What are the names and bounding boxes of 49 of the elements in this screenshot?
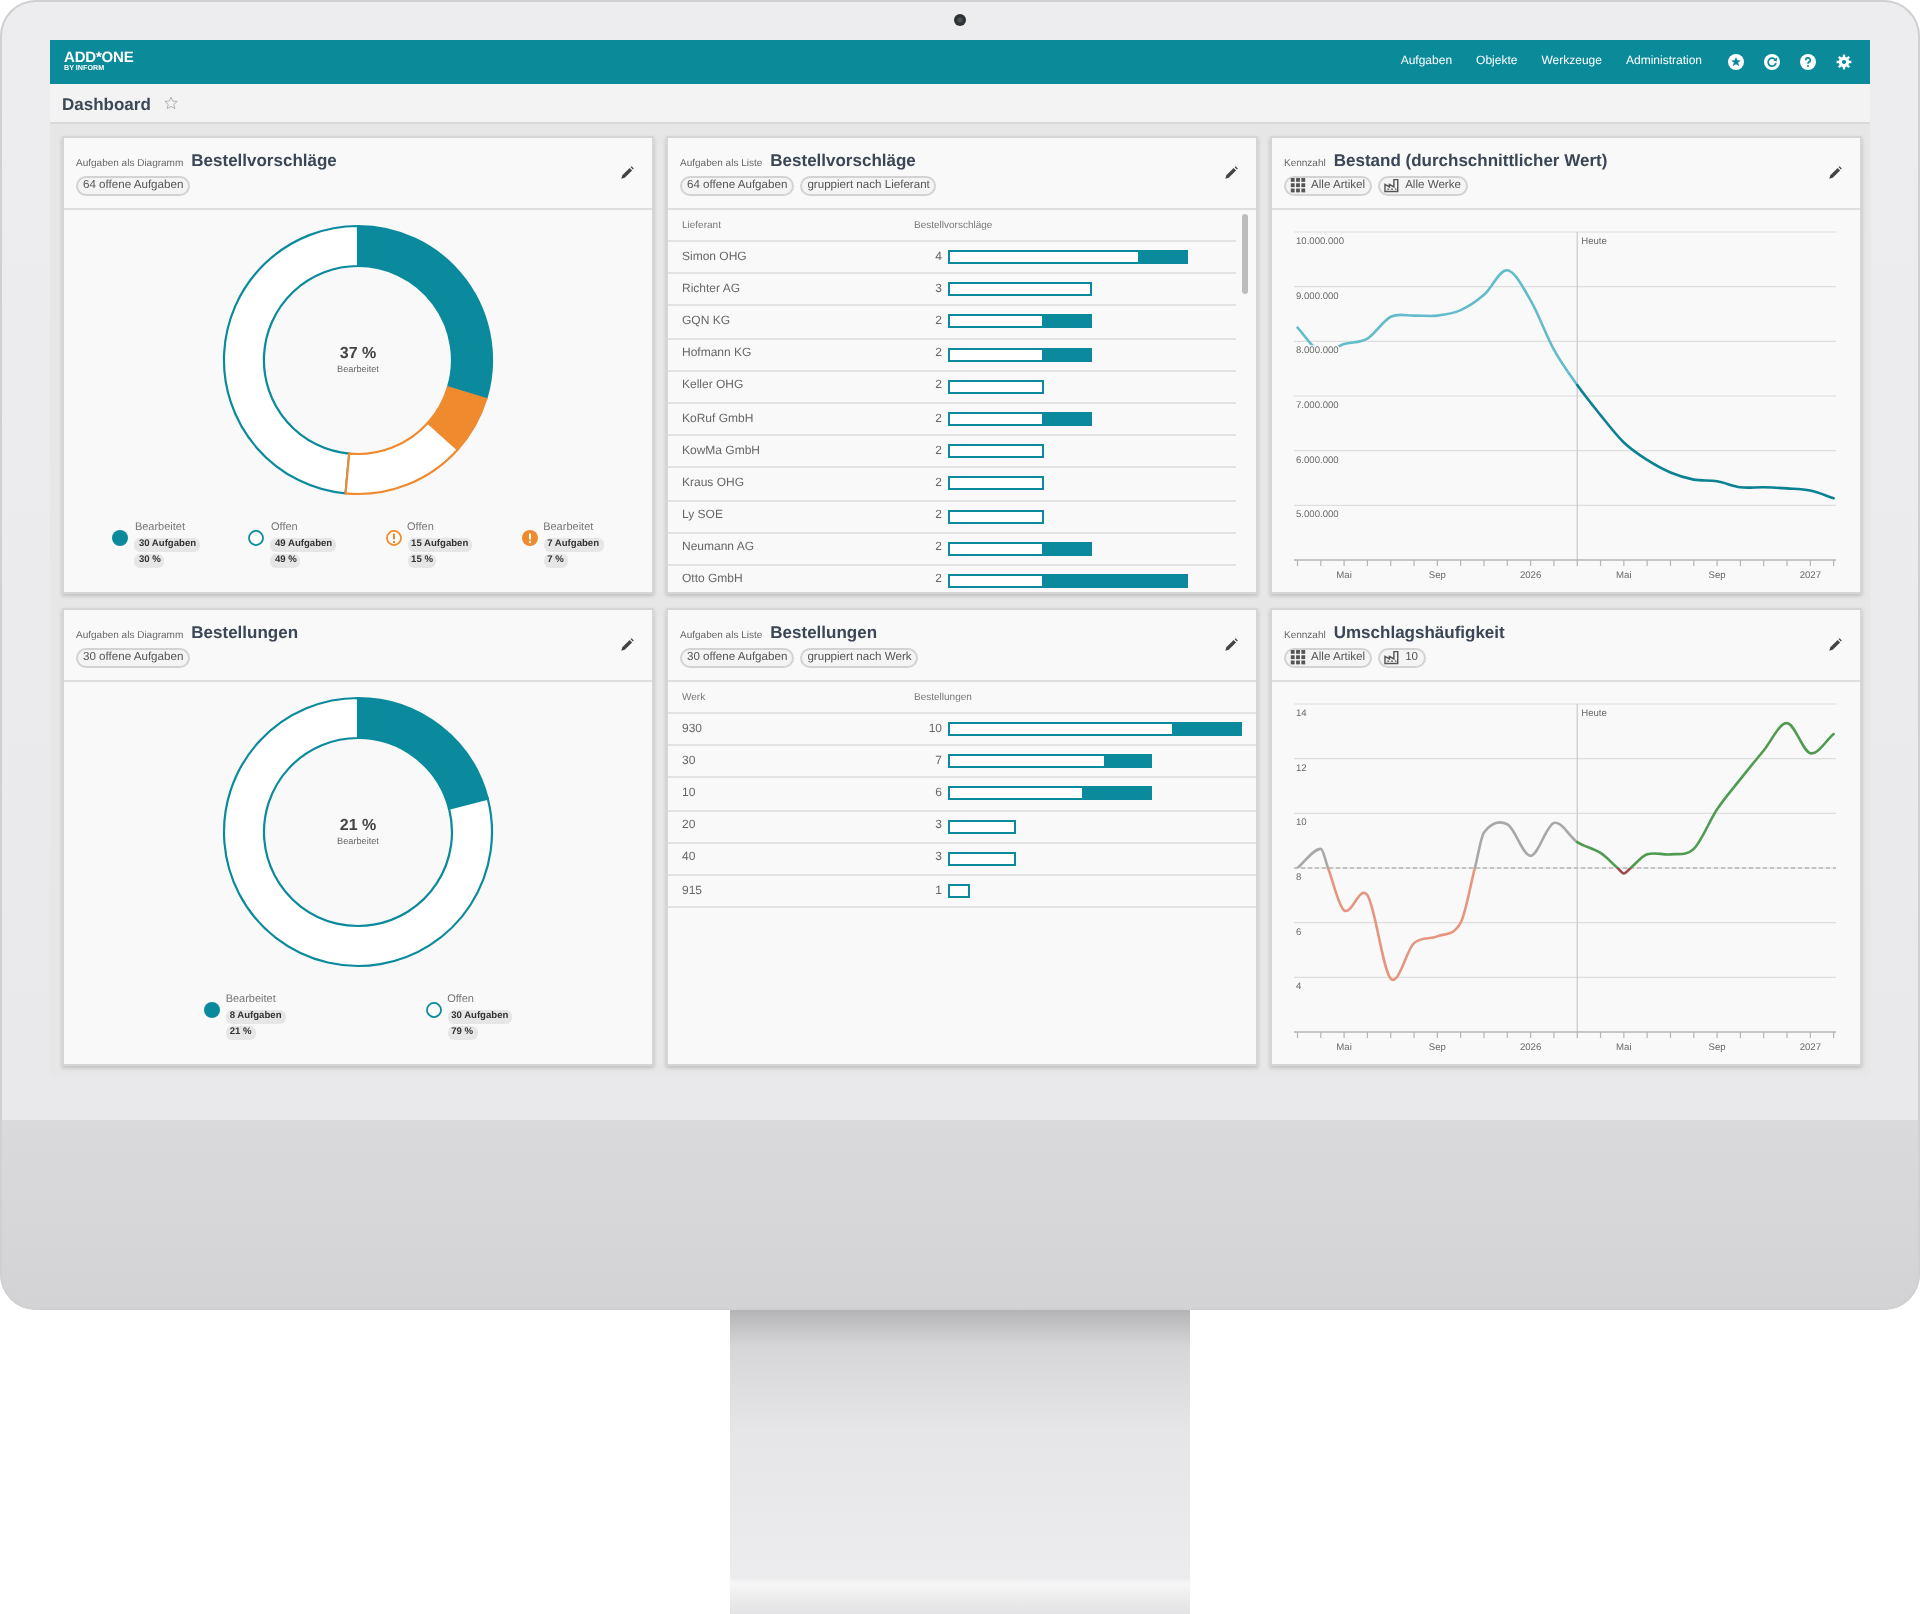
filled-bar xyxy=(1174,722,1242,737)
outline-bar xyxy=(948,819,1016,834)
filled-bar xyxy=(1106,754,1152,769)
outline-bar xyxy=(948,282,1092,297)
outline-bar xyxy=(948,573,1044,588)
filled-bar xyxy=(1044,573,1188,588)
edit-icon[interactable] xyxy=(1224,166,1238,180)
edit-icon[interactable] xyxy=(1224,638,1238,652)
filled-bar xyxy=(1140,250,1188,265)
edit-icon[interactable] xyxy=(620,166,634,180)
grid-icon xyxy=(1289,650,1305,666)
page-title: Dashboard xyxy=(62,93,151,113)
star-circle-icon[interactable] xyxy=(1728,54,1744,70)
filled-bar xyxy=(1083,786,1152,801)
factory-icon xyxy=(1383,178,1400,194)
outline-bar xyxy=(948,884,971,899)
edit-icon[interactable] xyxy=(1828,638,1842,652)
outline-bar xyxy=(948,347,1044,362)
outline-bar xyxy=(948,476,1044,491)
filled-bar xyxy=(1044,541,1092,556)
outline-bar xyxy=(948,412,1044,427)
factory-icon xyxy=(1383,650,1400,666)
card-title: Bestellvorschläge xyxy=(770,150,916,172)
outline-bar xyxy=(948,444,1044,459)
refresh-icon[interactable] xyxy=(1764,54,1780,70)
help-icon[interactable] xyxy=(1800,54,1816,70)
edit-icon[interactable] xyxy=(1828,166,1842,180)
card-title: Bestellvorschläge xyxy=(191,150,337,172)
filled-bar xyxy=(1044,347,1092,362)
scrollbar-thumb[interactable] xyxy=(1242,214,1248,294)
outline-bar xyxy=(948,786,1084,801)
center-value: 21 % xyxy=(339,817,377,834)
settings-icon[interactable] xyxy=(1836,54,1852,70)
card-title: Bestellungen xyxy=(191,622,299,644)
outline-bar xyxy=(948,541,1044,556)
outline-bar xyxy=(948,314,1044,329)
edit-icon[interactable] xyxy=(620,638,634,652)
outline-bar xyxy=(948,509,1044,524)
card-title: Bestellungen xyxy=(770,622,878,644)
center-value: 37 % xyxy=(339,345,377,362)
outline-bar xyxy=(948,851,1016,866)
card-title: Bestand (durchschnittlicher Wert) xyxy=(1333,149,1608,172)
camera-icon xyxy=(954,14,966,26)
outline-bar xyxy=(948,379,1044,394)
filled-bar xyxy=(1044,314,1092,329)
star-icon[interactable] xyxy=(164,96,179,110)
grid-icon xyxy=(1289,178,1305,194)
filled-bar xyxy=(1044,412,1092,427)
card-title: Umschlagshäufigkeit xyxy=(1333,621,1505,644)
